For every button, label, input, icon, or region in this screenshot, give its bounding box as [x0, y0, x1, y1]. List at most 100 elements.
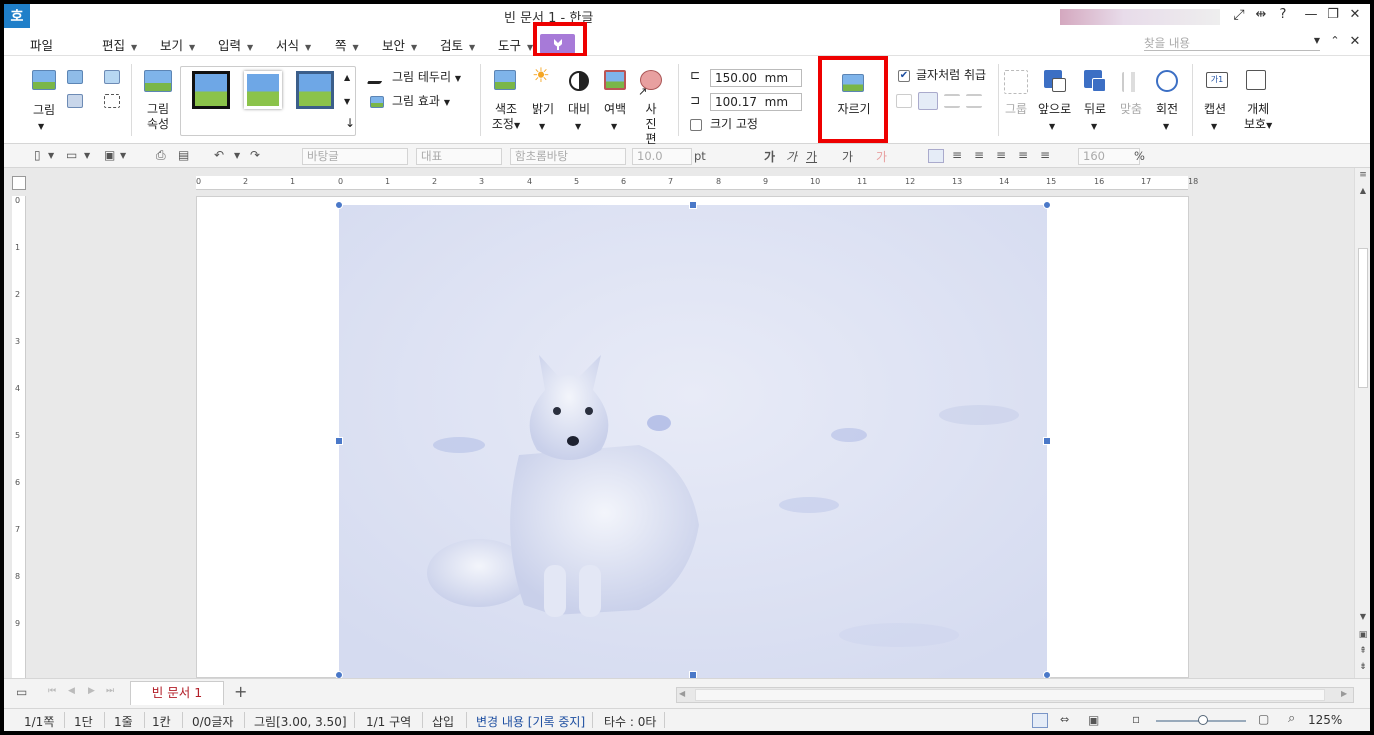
treat-as-char-checkbox[interactable]: ✔: [898, 70, 910, 82]
brightness-icon[interactable]: ☀: [532, 65, 550, 85]
underline-button[interactable]: 가: [806, 148, 817, 165]
undo-icon[interactable]: ↶: [214, 148, 224, 162]
next-tab-icon[interactable]: ▶: [88, 686, 95, 696]
picture-icon[interactable]: [32, 70, 56, 90]
status-typing[interactable]: 타수 : 0타: [604, 713, 656, 730]
zoom-slider-thumb[interactable]: [1198, 715, 1208, 725]
scroll-left-icon[interactable]: ◀: [679, 689, 685, 698]
chevron-down-icon[interactable]: ▼: [234, 151, 240, 160]
align-justify-icon[interactable]: [928, 149, 944, 163]
horizontal-scrollbar[interactable]: ◀ ▶: [676, 687, 1354, 703]
distribute-icon[interactable]: ≡: [1018, 148, 1028, 162]
bring-forward-label[interactable]: 앞으로: [1038, 102, 1071, 117]
group-icon[interactable]: [1004, 70, 1028, 94]
new-doc-icon[interactable]: ▯: [34, 148, 41, 162]
menu-security[interactable]: 보안 ▼: [382, 35, 417, 54]
picture-border-button[interactable]: 그림 테두리 ▼: [392, 70, 461, 86]
horizontal-ruler[interactable]: 0 2 1 0 1 2 3 4 5 6 7 8 9 10 11 12 13 14 15 16 17 18: [196, 176, 1198, 190]
chevron-down-icon[interactable]: ▼: [38, 119, 44, 134]
status-cell[interactable]: 1칸: [152, 713, 171, 730]
resize-handle-top[interactable]: [689, 201, 697, 209]
status-track-changes[interactable]: 변경 내용 [기록 중지]: [476, 713, 585, 730]
send-backward-label[interactable]: 뒤로: [1084, 102, 1106, 117]
scroll-thumb[interactable]: [1358, 248, 1368, 388]
brightness-label[interactable]: 밝기: [532, 102, 554, 117]
align-left-icon[interactable]: ≡: [952, 148, 962, 162]
find-input[interactable]: 찾을 내용: [1144, 35, 1320, 51]
color-adjust-label[interactable]: 색조 조정▼: [490, 102, 522, 133]
chevron-down-icon[interactable]: ▼: [120, 151, 126, 160]
picture-effect-button[interactable]: 그림 효과 ▼: [392, 94, 450, 110]
select-object-icon[interactable]: [104, 94, 120, 108]
magnifier-icon[interactable]: ⌕: [1288, 711, 1295, 726]
menu-insert[interactable]: 입력 ▼: [218, 35, 253, 54]
gallery-up-icon[interactable]: ▲: [344, 70, 350, 85]
rotate-label[interactable]: 회전: [1156, 102, 1178, 117]
doc-tab-active[interactable]: 빈 문서 1: [130, 681, 224, 705]
app-logo-icon[interactable]: 호: [4, 4, 30, 28]
insert-picture-icon[interactable]: [67, 70, 83, 84]
print-icon[interactable]: ⎙: [156, 148, 166, 163]
status-line[interactable]: 1줄: [114, 713, 133, 730]
add-tab-button[interactable]: +: [234, 682, 247, 701]
chevron-down-icon[interactable]: ▼: [1049, 119, 1055, 134]
strike-button[interactable]: 가: [842, 148, 853, 165]
crop-button-label[interactable]: 자르기: [836, 102, 872, 117]
picture-button-label[interactable]: 그림: [30, 103, 58, 118]
lock-icon[interactable]: [1246, 70, 1266, 90]
wrap-behind-icon[interactable]: [944, 94, 960, 108]
picture-properties-icon[interactable]: [144, 70, 172, 92]
first-tab-icon[interactable]: ⏮: [48, 686, 56, 696]
margin-label[interactable]: 여백: [604, 102, 626, 117]
scroll-page-icon[interactable]: ▣: [1357, 630, 1369, 642]
ribbon-collapse-icon[interactable]: ⌃: [1326, 34, 1344, 47]
menu-format[interactable]: 서식 ▼: [276, 35, 311, 54]
prev-page-icon[interactable]: ⇞: [1357, 646, 1369, 658]
open-folder-icon[interactable]: ▭: [66, 148, 77, 162]
scroll-right-icon[interactable]: ▶: [1341, 689, 1347, 698]
status-section[interactable]: 1/1 구역: [366, 713, 411, 730]
style-thumb-white-border[interactable]: [244, 71, 282, 109]
chevron-down-icon[interactable]: ▼: [539, 119, 545, 134]
status-chars[interactable]: 0/0글자: [192, 713, 233, 730]
chevron-down-icon[interactable]: ▼: [1211, 119, 1217, 134]
menu-file[interactable]: 파일: [30, 35, 53, 54]
vertical-ruler[interactable]: 0 1 2 3 4 5 6 7 8 9: [12, 196, 26, 678]
menu-edit[interactable]: 편집 ▼: [102, 35, 137, 54]
caption-icon[interactable]: 가1: [1206, 72, 1228, 88]
italic-button[interactable]: 가: [786, 148, 797, 165]
last-tab-icon[interactable]: ⏭: [106, 686, 114, 696]
menu-tools[interactable]: 도구 ▼: [498, 35, 533, 54]
font-select[interactable]: 함초롬바탕: [510, 148, 626, 165]
height-input[interactable]: 100.17 mm: [710, 93, 802, 111]
bold-button[interactable]: 가: [764, 148, 775, 165]
object-protect-label[interactable]: 개체 보호▼: [1244, 102, 1272, 133]
chevron-down-icon[interactable]: ▼: [575, 119, 581, 134]
document-page[interactable]: [196, 196, 1189, 679]
fullscreen-icon[interactable]: ⤢: [1230, 7, 1248, 23]
wrap-square-icon[interactable]: [896, 94, 912, 108]
next-page-icon[interactable]: ⇟: [1357, 662, 1369, 674]
close-doc-icon[interactable]: ✕: [1346, 34, 1364, 49]
scroll-down-icon[interactable]: ▼: [1357, 612, 1369, 624]
chevron-down-icon[interactable]: ▼: [84, 151, 90, 160]
menu-page[interactable]: 쪽 ▼: [335, 35, 359, 54]
status-object[interactable]: 그림[3.00, 3.50]: [254, 713, 347, 730]
wrap-front-icon[interactable]: [966, 94, 982, 108]
resize-handle-right[interactable]: [1043, 437, 1051, 445]
status-mode[interactable]: 삽입: [432, 713, 454, 730]
page-layout-icon[interactable]: [1032, 713, 1048, 728]
crop-icon[interactable]: [842, 74, 864, 92]
preview-icon[interactable]: ▤: [178, 148, 189, 162]
contrast-label[interactable]: 대비: [568, 102, 590, 117]
contrast-icon[interactable]: [569, 71, 589, 91]
account-area[interactable]: [1060, 9, 1220, 25]
full-page-icon[interactable]: ▣: [1088, 713, 1099, 727]
restore-icon[interactable]: ❐: [1324, 7, 1342, 22]
picture-properties-label[interactable]: 그림 속성: [142, 102, 174, 132]
arctic-fox-photo[interactable]: [339, 205, 1047, 679]
width-fit-icon[interactable]: ⇔: [1060, 713, 1069, 726]
picture-tool-tab[interactable]: [540, 34, 575, 54]
redo-icon[interactable]: ↷: [250, 148, 260, 162]
style-thumb-black-border[interactable]: [192, 71, 230, 109]
